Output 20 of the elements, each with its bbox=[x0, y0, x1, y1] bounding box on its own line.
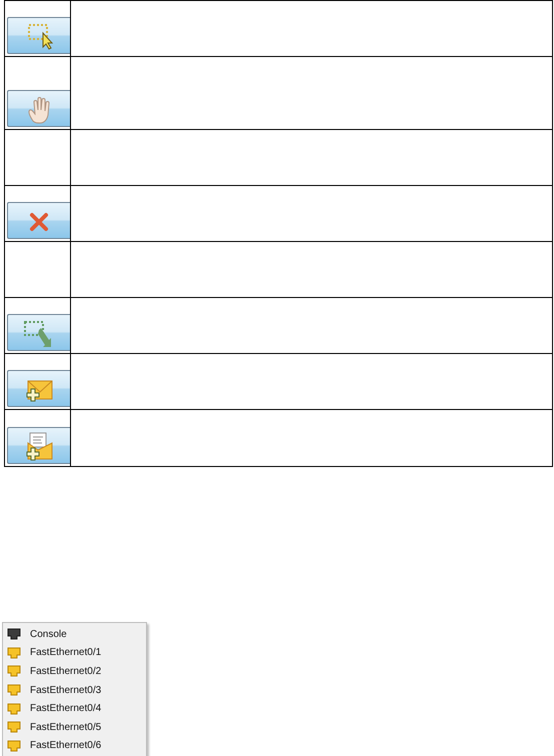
tool-button[interactable] bbox=[7, 427, 70, 464]
port-menu-item[interactable]: Console bbox=[3, 625, 146, 644]
tool-button[interactable] bbox=[7, 314, 70, 351]
port-icon bbox=[7, 702, 21, 715]
port-menu-item[interactable]: FastEthernet0/4 bbox=[3, 699, 146, 718]
port-menu-item[interactable]: FastEthernet0/3 bbox=[3, 680, 146, 700]
port-icon bbox=[7, 646, 21, 659]
port-icon bbox=[7, 665, 21, 678]
port-menu-item[interactable]: FastEthernet0/5 bbox=[3, 718, 146, 737]
port-menu-item[interactable]: FastEthernet0/2 bbox=[3, 662, 146, 681]
port-icon bbox=[7, 721, 21, 734]
tool-button[interactable] bbox=[7, 17, 70, 54]
port-icon bbox=[7, 628, 21, 640]
tool-button[interactable] bbox=[7, 370, 70, 407]
port-menu-item[interactable]: FastEthernet0/1 bbox=[3, 644, 146, 662]
port-icon bbox=[7, 684, 21, 696]
port-menu-item[interactable]: FastEthernet0/6 bbox=[3, 736, 146, 756]
tool-button[interactable] bbox=[7, 202, 70, 239]
tool-button[interactable] bbox=[7, 90, 70, 127]
port-icon bbox=[7, 740, 21, 752]
